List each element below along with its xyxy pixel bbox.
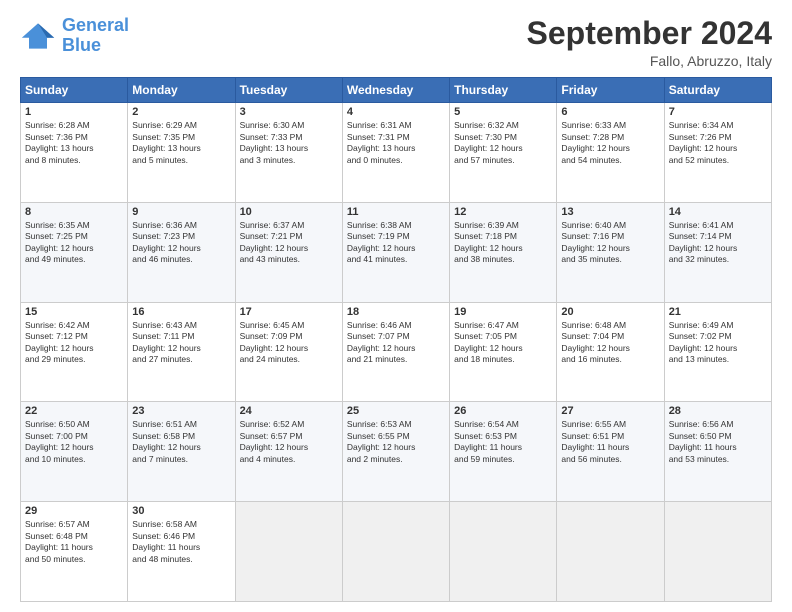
calendar-week-2: 8Sunrise: 6:35 AMSunset: 7:25 PMDaylight…	[21, 202, 772, 302]
title-block: September 2024 Fallo, Abruzzo, Italy	[527, 16, 772, 69]
col-sunday: Sunday	[21, 78, 128, 103]
col-saturday: Saturday	[664, 78, 771, 103]
table-row	[235, 502, 342, 602]
table-row: 12Sunrise: 6:39 AMSunset: 7:18 PMDayligh…	[450, 202, 557, 302]
table-row: 28Sunrise: 6:56 AMSunset: 6:50 PMDayligh…	[664, 402, 771, 502]
table-row: 1Sunrise: 6:28 AMSunset: 7:36 PMDaylight…	[21, 103, 128, 203]
location-subtitle: Fallo, Abruzzo, Italy	[527, 53, 772, 69]
table-row: 24Sunrise: 6:52 AMSunset: 6:57 PMDayligh…	[235, 402, 342, 502]
page: General Blue September 2024 Fallo, Abruz…	[0, 0, 792, 612]
table-row	[664, 502, 771, 602]
table-row: 10Sunrise: 6:37 AMSunset: 7:21 PMDayligh…	[235, 202, 342, 302]
table-row: 27Sunrise: 6:55 AMSunset: 6:51 PMDayligh…	[557, 402, 664, 502]
logo-line2: Blue	[62, 35, 101, 55]
table-row: 26Sunrise: 6:54 AMSunset: 6:53 PMDayligh…	[450, 402, 557, 502]
table-row: 23Sunrise: 6:51 AMSunset: 6:58 PMDayligh…	[128, 402, 235, 502]
table-row: 4Sunrise: 6:31 AMSunset: 7:31 PMDaylight…	[342, 103, 449, 203]
table-row: 22Sunrise: 6:50 AMSunset: 7:00 PMDayligh…	[21, 402, 128, 502]
calendar: Sunday Monday Tuesday Wednesday Thursday…	[20, 77, 772, 602]
table-row: 3Sunrise: 6:30 AMSunset: 7:33 PMDaylight…	[235, 103, 342, 203]
logo-icon	[20, 21, 56, 51]
table-row	[342, 502, 449, 602]
header: General Blue September 2024 Fallo, Abruz…	[20, 16, 772, 69]
table-row: 15Sunrise: 6:42 AMSunset: 7:12 PMDayligh…	[21, 302, 128, 402]
col-friday: Friday	[557, 78, 664, 103]
table-row: 13Sunrise: 6:40 AMSunset: 7:16 PMDayligh…	[557, 202, 664, 302]
calendar-week-1: 1Sunrise: 6:28 AMSunset: 7:36 PMDaylight…	[21, 103, 772, 203]
table-row: 29Sunrise: 6:57 AMSunset: 6:48 PMDayligh…	[21, 502, 128, 602]
table-row: 20Sunrise: 6:48 AMSunset: 7:04 PMDayligh…	[557, 302, 664, 402]
logo-text: General Blue	[62, 16, 129, 56]
table-row: 11Sunrise: 6:38 AMSunset: 7:19 PMDayligh…	[342, 202, 449, 302]
table-row: 2Sunrise: 6:29 AMSunset: 7:35 PMDaylight…	[128, 103, 235, 203]
logo: General Blue	[20, 16, 129, 56]
month-title: September 2024	[527, 16, 772, 51]
table-row: 21Sunrise: 6:49 AMSunset: 7:02 PMDayligh…	[664, 302, 771, 402]
table-row: 30Sunrise: 6:58 AMSunset: 6:46 PMDayligh…	[128, 502, 235, 602]
table-row: 7Sunrise: 6:34 AMSunset: 7:26 PMDaylight…	[664, 103, 771, 203]
table-row	[557, 502, 664, 602]
table-row: 17Sunrise: 6:45 AMSunset: 7:09 PMDayligh…	[235, 302, 342, 402]
calendar-header-row: Sunday Monday Tuesday Wednesday Thursday…	[21, 78, 772, 103]
table-row: 16Sunrise: 6:43 AMSunset: 7:11 PMDayligh…	[128, 302, 235, 402]
calendar-week-5: 29Sunrise: 6:57 AMSunset: 6:48 PMDayligh…	[21, 502, 772, 602]
calendar-week-3: 15Sunrise: 6:42 AMSunset: 7:12 PMDayligh…	[21, 302, 772, 402]
table-row	[450, 502, 557, 602]
table-row: 25Sunrise: 6:53 AMSunset: 6:55 PMDayligh…	[342, 402, 449, 502]
col-wednesday: Wednesday	[342, 78, 449, 103]
calendar-week-4: 22Sunrise: 6:50 AMSunset: 7:00 PMDayligh…	[21, 402, 772, 502]
logo-line1: General	[62, 15, 129, 35]
table-row: 5Sunrise: 6:32 AMSunset: 7:30 PMDaylight…	[450, 103, 557, 203]
table-row: 9Sunrise: 6:36 AMSunset: 7:23 PMDaylight…	[128, 202, 235, 302]
table-row: 14Sunrise: 6:41 AMSunset: 7:14 PMDayligh…	[664, 202, 771, 302]
col-tuesday: Tuesday	[235, 78, 342, 103]
table-row: 6Sunrise: 6:33 AMSunset: 7:28 PMDaylight…	[557, 103, 664, 203]
col-thursday: Thursday	[450, 78, 557, 103]
table-row: 19Sunrise: 6:47 AMSunset: 7:05 PMDayligh…	[450, 302, 557, 402]
table-row: 18Sunrise: 6:46 AMSunset: 7:07 PMDayligh…	[342, 302, 449, 402]
table-row: 8Sunrise: 6:35 AMSunset: 7:25 PMDaylight…	[21, 202, 128, 302]
col-monday: Monday	[128, 78, 235, 103]
